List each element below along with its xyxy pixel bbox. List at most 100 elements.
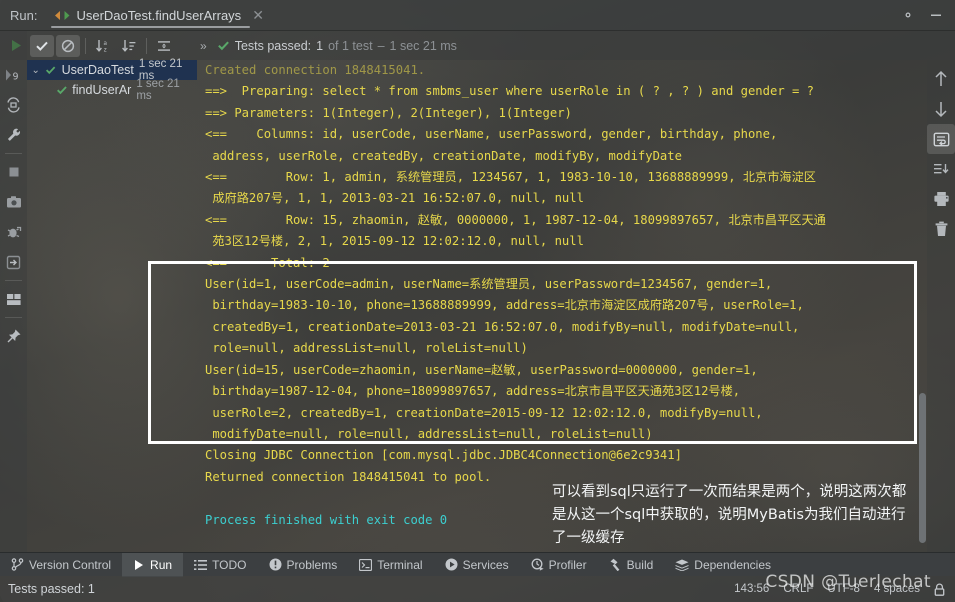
test-config-icon bbox=[55, 10, 70, 21]
tool-window-label: Run bbox=[150, 557, 173, 572]
annotation-line-2: 是从这一个sql中获取的，说明MyBatis为我们自动进行 bbox=[552, 507, 906, 523]
tests-passed-label: Tests passed: bbox=[234, 38, 312, 53]
toggle-auto-test-icon[interactable] bbox=[0, 90, 27, 120]
sort-by-duration-button[interactable] bbox=[117, 35, 141, 57]
annotation-line-3: 了一级缓存 bbox=[552, 530, 625, 546]
console-line: Closing JDBC Connection [com.mysql.jdbc.… bbox=[205, 448, 682, 463]
tool-window-label: Dependencies bbox=[694, 557, 772, 572]
tool-window-label: Terminal bbox=[377, 557, 423, 572]
show-passed-button[interactable] bbox=[30, 34, 54, 57]
pass-check-icon bbox=[56, 86, 67, 95]
tool-window-label: Services bbox=[462, 557, 509, 572]
camera-icon[interactable] bbox=[0, 187, 27, 217]
svg-text:z: z bbox=[103, 46, 107, 53]
stop-icon[interactable] bbox=[0, 157, 27, 187]
rerun-failed-icon[interactable]: 9 bbox=[0, 60, 27, 90]
terminal-icon bbox=[359, 558, 373, 571]
wrench-icon[interactable] bbox=[0, 120, 27, 150]
error-icon bbox=[269, 558, 282, 571]
debug-icon[interactable] bbox=[0, 217, 27, 247]
tests-total-label: of 1 test bbox=[328, 38, 373, 53]
indent-setting[interactable]: 4 spaces bbox=[874, 583, 920, 595]
console-line: 成府路207号, 1, 1, 2013-03-21 16:52:07.0, nu… bbox=[205, 191, 584, 206]
test-tree-row-class[interactable]: ⌄ UserDaoTest 1 sec 21 ms bbox=[27, 58, 197, 82]
console-line: User(id=15, userCode=zhaomin, userName=赵… bbox=[205, 362, 758, 377]
arrow-up-icon[interactable] bbox=[927, 64, 955, 94]
left-strip-separator-2 bbox=[5, 280, 22, 281]
status-bar: Tests passed: 1 143:56 CRLF UTF-8 4 spac… bbox=[0, 576, 955, 602]
run-tab-bar-actions bbox=[901, 8, 955, 22]
run-tab-bar: Run: UserDaoTest.findUserArrays ✕ bbox=[0, 0, 955, 31]
pass-check-icon bbox=[217, 41, 229, 51]
tool-window-terminal[interactable]: Terminal bbox=[348, 553, 433, 577]
trash-icon[interactable] bbox=[927, 214, 955, 244]
console-line: birthday=1987-12-04, phone=18099897657, … bbox=[205, 384, 741, 399]
annotation-note: 可以看到sql只运行了一次而结果是两个，说明这两次都 是从这一个sql中获取的，… bbox=[552, 481, 952, 550]
tool-window-label: TODO bbox=[212, 557, 247, 572]
list-icon bbox=[194, 559, 208, 570]
tool-window-build[interactable]: Build bbox=[598, 553, 665, 577]
tool-window-label: Profiler bbox=[548, 557, 587, 572]
line-separator[interactable]: CRLF bbox=[783, 583, 813, 595]
tool-window-services[interactable]: Services bbox=[434, 553, 520, 577]
file-encoding[interactable]: UTF-8 bbox=[827, 583, 860, 595]
tool-window-profiler[interactable]: Profiler bbox=[520, 553, 598, 577]
test-method-duration: 1 sec 21 ms bbox=[136, 78, 180, 102]
console-line: userRole=2, createdBy=1, creationDate=20… bbox=[205, 405, 763, 420]
tool-window-label: Problems bbox=[286, 557, 338, 572]
console-line: createdBy=1, creationDate=2013-03-21 16:… bbox=[205, 319, 800, 334]
show-ignored-button[interactable] bbox=[56, 34, 80, 57]
left-strip-separator-1 bbox=[5, 153, 22, 154]
layout-icon[interactable] bbox=[0, 284, 27, 314]
svg-text:9: 9 bbox=[13, 71, 19, 82]
status-bar-right: 143:56 CRLF UTF-8 4 spaces bbox=[734, 583, 955, 596]
tool-window-version-control[interactable]: Version Control bbox=[0, 553, 122, 577]
tool-window-dependencies[interactable]: Dependencies bbox=[664, 553, 782, 577]
scroll-to-end-icon[interactable] bbox=[927, 154, 955, 184]
lock-icon[interactable] bbox=[934, 583, 945, 596]
left-tool-strip: 9 bbox=[0, 31, 27, 552]
status-dash: – bbox=[377, 38, 385, 53]
test-status-line: Tests passed: 1 of 1 test – 1 sec 21 ms bbox=[217, 39, 457, 53]
tool-window-todo[interactable]: TODO bbox=[183, 553, 257, 577]
profiler-icon bbox=[531, 558, 544, 571]
soft-wrap-icon[interactable] bbox=[927, 124, 955, 154]
console-line: address, userRole, createdBy, creationDa… bbox=[205, 148, 682, 163]
expand-collapse-button[interactable] bbox=[152, 35, 176, 57]
console-line: modifyDate=null, role=null, addressList=… bbox=[205, 426, 653, 441]
services-icon bbox=[445, 558, 458, 571]
sort-alphabetically-button[interactable]: a z bbox=[91, 35, 115, 57]
chevron-down-icon[interactable]: ⌄ bbox=[31, 65, 40, 76]
branch-icon bbox=[11, 558, 24, 571]
minimize-icon[interactable] bbox=[929, 8, 943, 22]
close-icon[interactable]: ✕ bbox=[252, 7, 264, 24]
tool-window-run[interactable]: Run bbox=[122, 552, 184, 577]
more-actions-icon[interactable]: » bbox=[200, 39, 207, 53]
arrow-down-icon[interactable] bbox=[927, 94, 955, 124]
test-tree-row-method[interactable]: findUserAr 1 sec 21 ms bbox=[27, 78, 197, 102]
console-line: ==> Preparing: select * from smbms_user … bbox=[205, 84, 815, 99]
pin-icon[interactable] bbox=[0, 321, 27, 351]
run-toolbar: a z » Tests passed: 1 of 1 test – 1 sec … bbox=[0, 31, 955, 60]
caret-position[interactable]: 143:56 bbox=[734, 583, 769, 595]
dependencies-icon bbox=[675, 559, 689, 571]
test-class-name: UserDaoTest bbox=[61, 63, 134, 77]
ide-run-window: Run: UserDaoTest.findUserArrays ✕ a z » … bbox=[0, 0, 955, 602]
run-tab[interactable]: UserDaoTest.findUserArrays ✕ bbox=[45, 0, 271, 31]
run-tab-title: UserDaoTest.findUserArrays bbox=[76, 7, 242, 23]
console-line: birthday=1983-10-10, phone=13688889999, … bbox=[205, 298, 804, 313]
tests-duration: 1 sec 21 ms bbox=[389, 38, 457, 53]
console-tool-strip bbox=[927, 60, 955, 552]
console-line: Created connection 1848415041. bbox=[205, 63, 426, 77]
run-label: Run: bbox=[10, 7, 38, 23]
console-output[interactable]: Created connection 1848415041. ==> Prepar… bbox=[197, 60, 924, 552]
tool-window-problems[interactable]: Problems bbox=[258, 553, 349, 577]
print-icon[interactable] bbox=[927, 184, 955, 214]
tool-window-label: Version Control bbox=[29, 557, 112, 572]
status-bar-message: Tests passed: 1 bbox=[8, 582, 95, 596]
pass-check-icon bbox=[46, 66, 56, 75]
tool-window-bar: Version Control Run TODO Problems Termin… bbox=[0, 552, 955, 577]
console-line: <== Row: 15, zhaomin, 赵敏, 0000000, 1, 19… bbox=[205, 212, 826, 227]
import-icon[interactable] bbox=[0, 247, 27, 277]
gear-icon[interactable] bbox=[901, 8, 915, 22]
